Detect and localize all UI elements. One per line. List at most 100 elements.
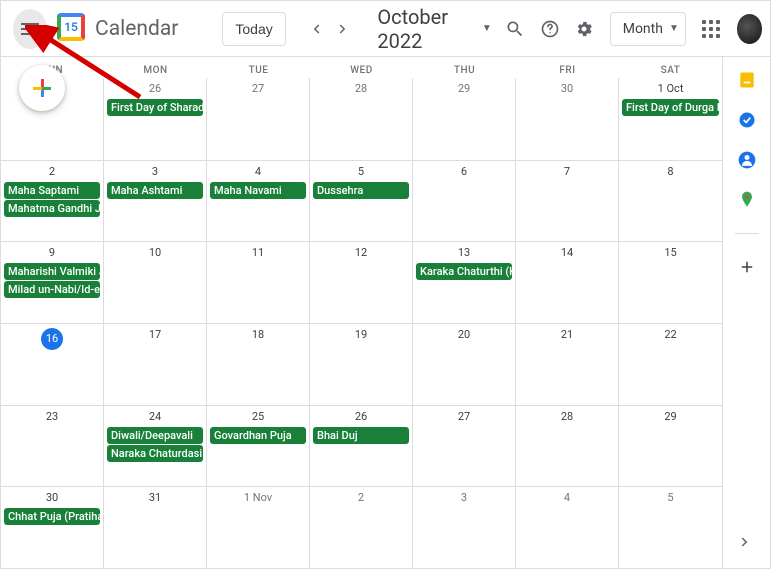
next-month-button[interactable] <box>332 15 356 43</box>
tasks-icon[interactable] <box>736 109 758 131</box>
day-header: MON <box>104 57 207 78</box>
day-cell[interactable]: 2 <box>310 487 413 568</box>
day-cell[interactable]: 3 <box>413 487 516 568</box>
event-chip[interactable]: Naraka Chaturdasi <box>107 445 203 462</box>
day-cell[interactable]: 3Maha Ashtami <box>104 161 207 242</box>
event-chip[interactable]: First Day of Durga Pu <box>622 99 719 116</box>
day-cell[interactable]: 15 <box>619 242 722 323</box>
account-avatar[interactable] <box>737 14 763 44</box>
day-cell[interactable]: 4 <box>516 487 619 568</box>
caret-down-icon: ▼ <box>482 23 492 34</box>
day-cell[interactable]: 1 OctFirst Day of Durga Pu <box>619 78 722 160</box>
side-panel <box>722 57 770 568</box>
day-cell[interactable]: 24Diwali/DeepavaliNaraka Chaturdasi <box>104 406 207 487</box>
event-chip[interactable]: Diwali/Deepavali <box>107 427 203 444</box>
event-chip[interactable]: Govardhan Puja <box>210 427 306 444</box>
day-cell[interactable]: 18 <box>207 324 310 405</box>
week-row: 2324Diwali/DeepavaliNaraka Chaturdasi25G… <box>1 405 722 487</box>
prev-month-button[interactable] <box>304 15 328 43</box>
day-number: 6 <box>415 163 513 181</box>
event-chip[interactable]: Maharishi Valmiki Ja <box>4 263 100 280</box>
day-cell[interactable]: 29 <box>413 78 516 160</box>
day-cell[interactable]: 26Bhai Duj <box>310 406 413 487</box>
help-button[interactable] <box>534 11 565 47</box>
day-number: 1 Nov <box>209 489 307 507</box>
help-icon <box>540 19 560 39</box>
caret-down-icon: ▼ <box>669 23 679 34</box>
week-row: 16171819202122 <box>1 323 722 405</box>
day-cell[interactable]: 13Karaka Chaturthi (Ka <box>413 242 516 323</box>
event-chip[interactable]: First Day of Sharad N <box>107 99 203 116</box>
day-number: 29 <box>621 408 720 426</box>
plus-icon <box>738 258 756 276</box>
contacts-icon[interactable] <box>736 149 758 171</box>
today-button[interactable]: Today <box>222 12 285 46</box>
keep-icon[interactable] <box>736 69 758 91</box>
day-cell[interactable]: 30Chhat Puja (Pratihar <box>1 487 104 568</box>
google-apps-button[interactable] <box>696 11 727 47</box>
collapse-side-panel-button[interactable] <box>730 527 760 562</box>
day-cell[interactable]: 26First Day of Sharad N <box>104 78 207 160</box>
day-cell[interactable]: 30 <box>516 78 619 160</box>
day-cell[interactable]: 29 <box>619 406 722 487</box>
create-button[interactable] <box>19 65 65 111</box>
day-cell[interactable]: 16 <box>1 324 104 405</box>
day-header: TUE <box>207 57 310 78</box>
settings-button[interactable] <box>569 11 600 47</box>
event-chip[interactable]: Milad un-Nabi/Id-e-M <box>4 281 100 298</box>
app-title: Calendar <box>95 17 178 41</box>
event-chip[interactable]: Maha Ashtami <box>107 182 203 199</box>
event-chip[interactable]: Chhat Puja (Pratihar <box>4 508 100 525</box>
event-chip[interactable]: Bhai Duj <box>313 427 409 444</box>
day-cell[interactable]: 31 <box>104 487 207 568</box>
day-cell[interactable]: 6 <box>413 161 516 242</box>
day-number: 27 <box>415 408 513 426</box>
plus-icon <box>33 79 51 97</box>
day-number: 15 <box>621 244 720 262</box>
day-cell[interactable]: 23 <box>1 406 104 487</box>
day-cell[interactable]: 5Dussehra <box>310 161 413 242</box>
add-addon-button[interactable] <box>736 256 758 278</box>
day-cell[interactable]: 12 <box>310 242 413 323</box>
event-chip[interactable]: Karaka Chaturthi (Ka <box>416 263 512 280</box>
event-chip[interactable]: Mahatma Gandhi Ja <box>4 200 100 217</box>
gear-icon <box>574 19 594 39</box>
day-number: 30 <box>3 489 101 507</box>
day-cell[interactable]: 28 <box>310 78 413 160</box>
day-cell[interactable]: 14 <box>516 242 619 323</box>
day-number: 23 <box>3 408 101 426</box>
day-cell[interactable]: 7 <box>516 161 619 242</box>
day-cell[interactable]: 1 Nov <box>207 487 310 568</box>
day-cell[interactable]: 21 <box>516 324 619 405</box>
day-cell[interactable]: 4Maha Navami <box>207 161 310 242</box>
weeks-container: 2526First Day of Sharad N272829301 OctFi… <box>1 78 722 568</box>
month-year-dropdown[interactable]: October 2022 ▼ <box>377 5 491 53</box>
day-cell[interactable]: 27 <box>413 406 516 487</box>
day-header: WED <box>310 57 413 78</box>
week-row: 2Maha SaptamiMahatma Gandhi Ja3Maha Asht… <box>1 160 722 242</box>
day-cell[interactable]: 25Govardhan Puja <box>207 406 310 487</box>
event-chip[interactable]: Maha Saptami <box>4 182 100 199</box>
main-menu-button[interactable] <box>13 9 47 49</box>
day-cell[interactable]: 28 <box>516 406 619 487</box>
day-cell[interactable]: 9Maharishi Valmiki JaMilad un-Nabi/Id-e-… <box>1 242 104 323</box>
maps-icon[interactable] <box>736 189 758 211</box>
day-cell[interactable]: 17 <box>104 324 207 405</box>
search-button[interactable] <box>500 11 531 47</box>
day-number: 4 <box>518 489 616 507</box>
day-cell[interactable]: 19 <box>310 324 413 405</box>
day-cell[interactable]: 20 <box>413 324 516 405</box>
day-cell[interactable]: 27 <box>207 78 310 160</box>
day-cell[interactable]: 5 <box>619 487 722 568</box>
day-number: 18 <box>209 326 307 344</box>
day-cell[interactable]: 10 <box>104 242 207 323</box>
day-cell[interactable]: 11 <box>207 242 310 323</box>
day-number: 3 <box>415 489 513 507</box>
view-select[interactable]: Month ▼ <box>610 12 686 46</box>
event-chip[interactable]: Dussehra <box>313 182 409 199</box>
day-cell[interactable]: 2Maha SaptamiMahatma Gandhi Ja <box>1 161 104 242</box>
day-cell[interactable]: 8 <box>619 161 722 242</box>
day-header: THU <box>413 57 516 78</box>
day-cell[interactable]: 22 <box>619 324 722 405</box>
event-chip[interactable]: Maha Navami <box>210 182 306 199</box>
